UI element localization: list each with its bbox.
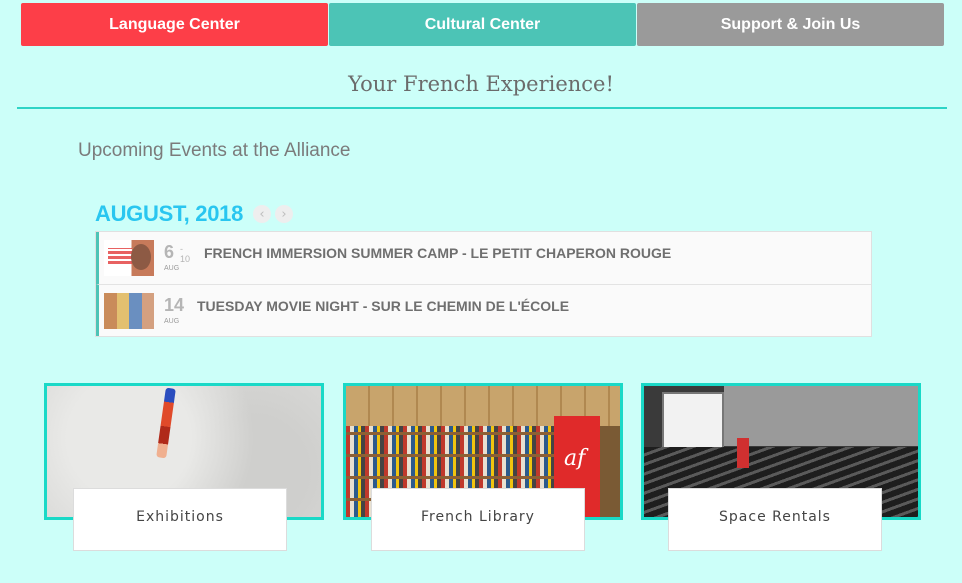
calendar-header: AUGUST, 2018 ‹ › xyxy=(95,201,294,227)
event-thumbnail xyxy=(104,292,154,329)
feature-cards: Exhibitions af French Library Space Rent… xyxy=(44,383,924,573)
event-title[interactable]: FRENCH IMMERSION SUMMER CAMP - LE PETIT … xyxy=(204,245,671,261)
nav-language-center[interactable]: Language Center xyxy=(21,3,328,46)
upcoming-events-heading: Upcoming Events at the Alliance xyxy=(78,140,351,161)
nav-support-join[interactable]: Support & Join Us xyxy=(637,3,944,46)
chevron-left-icon[interactable]: ‹ xyxy=(253,205,272,223)
event-date: 14 AUG xyxy=(164,291,194,331)
alliance-logo: af xyxy=(564,446,586,471)
list-item[interactable]: 6 - 10 AUG FRENCH IMMERSION SUMMER CAMP … xyxy=(96,232,871,284)
chevron-right-icon[interactable]: › xyxy=(275,205,294,223)
space-rentals-label[interactable]: Space Rentals xyxy=(668,488,882,551)
space-rentals-card[interactable]: Space Rentals xyxy=(641,383,921,551)
event-title[interactable]: TUESDAY MOVIE NIGHT - SUR LE CHEMIN DE L… xyxy=(197,298,569,314)
calendar-month-label: AUGUST, 2018 xyxy=(95,201,244,226)
event-month: AUG xyxy=(164,265,180,272)
page-title: Your French Experience! xyxy=(348,72,614,96)
nav-cultural-center[interactable]: Cultural Center xyxy=(329,3,636,46)
event-month: AUG xyxy=(164,317,180,325)
event-day-range: - 10 xyxy=(180,244,191,264)
exhibitions-label[interactable]: Exhibitions xyxy=(73,488,287,551)
french-library-card[interactable]: af French Library xyxy=(343,383,623,551)
french-library-label[interactable]: French Library xyxy=(371,488,585,551)
event-day: 6 xyxy=(164,242,175,262)
list-item[interactable]: 14 AUG TUESDAY MOVIE NIGHT - SUR LE CHEM… xyxy=(96,284,871,336)
event-thumbnail xyxy=(104,240,154,276)
event-date: 6 - 10 AUG xyxy=(164,238,194,278)
event-day: 14 xyxy=(164,294,185,315)
top-navigation: Language Center Cultural Center Support … xyxy=(21,3,944,46)
events-list: 6 - 10 AUG FRENCH IMMERSION SUMMER CAMP … xyxy=(95,231,872,337)
exhibitions-card[interactable]: Exhibitions xyxy=(44,383,324,551)
title-divider xyxy=(17,107,947,109)
